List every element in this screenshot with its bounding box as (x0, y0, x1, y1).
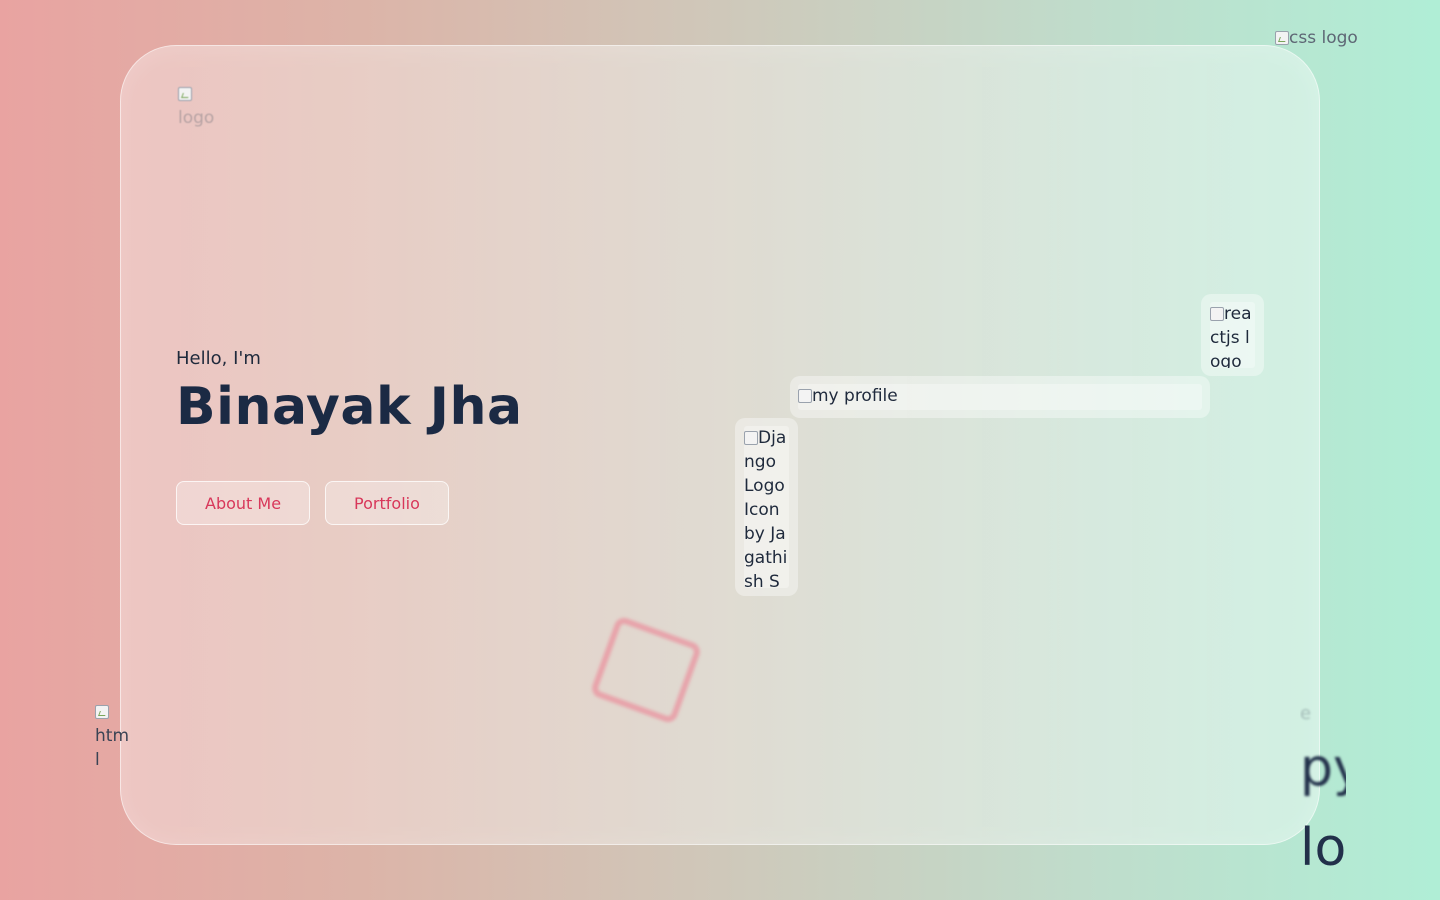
broken-image-icon (744, 431, 758, 445)
site-logo-image: logo (178, 82, 218, 132)
profile-photo-image: my profile (798, 384, 1202, 410)
broken-image-icon (1275, 31, 1289, 45)
profile-photo-frame: my profile (790, 376, 1210, 418)
python-logo-alt-line-1: py (1300, 738, 1346, 798)
django-logo-alt: Django Logo Icon by Jagathish Saravanan (744, 428, 788, 588)
hero-name: Binayak Jha (176, 377, 523, 437)
about-me-button[interactable]: About Me (176, 481, 311, 525)
react-logo-frame: reactjs logo (1201, 294, 1264, 376)
html-logo-alt: html logo (95, 726, 129, 770)
python-logo-alt-fragment: e (1300, 703, 1312, 724)
css-logo-image: css logo (1275, 26, 1385, 52)
hero-greeting: Hello, I'm (176, 348, 261, 369)
portfolio-button[interactable]: Portfolio (325, 481, 449, 525)
broken-image-icon (1210, 307, 1224, 321)
broken-image-icon (95, 705, 109, 719)
profile-photo-alt: my profile (812, 386, 898, 406)
python-logo-image: e py lo (1300, 700, 1346, 880)
hero-actions: About Me Portfolio (176, 481, 449, 525)
react-logo-image: reactjs logo (1210, 302, 1255, 368)
python-logo-alt-line-2: lo (1300, 818, 1346, 878)
glass-card (120, 45, 1320, 845)
hero-intro: Hello, I'm Binayak Jha (176, 348, 523, 437)
django-logo-image: Django Logo Icon by Jagathish Saravanan (744, 426, 789, 588)
site-logo-alt: logo (178, 108, 215, 128)
broken-image-icon (798, 389, 812, 403)
css-logo-alt: css logo (1289, 28, 1358, 48)
broken-image-icon (178, 87, 192, 101)
django-logo-frame: Django Logo Icon by Jagathish Saravanan (735, 418, 798, 596)
html-logo-image: html logo (95, 700, 133, 770)
